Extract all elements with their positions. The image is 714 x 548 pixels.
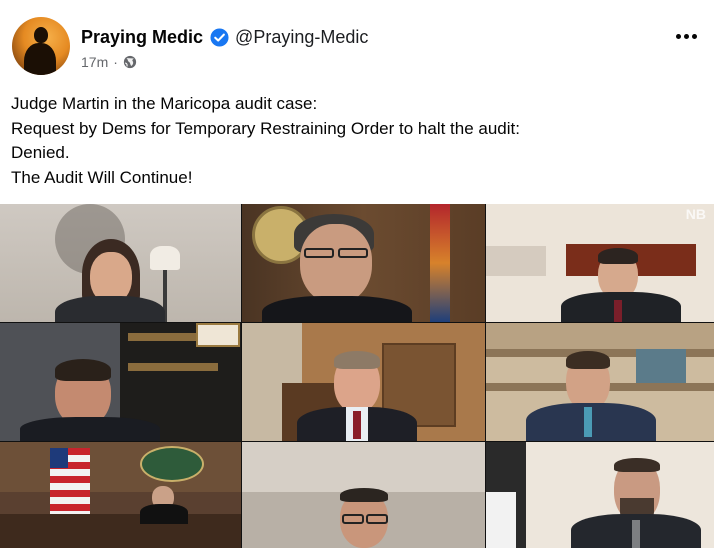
video-tile-man-glasses — [242, 442, 485, 548]
video-tile-man-library — [486, 323, 714, 441]
video-tile-man-beard — [486, 442, 714, 548]
video-tile-woman — [0, 204, 241, 322]
more-dot-icon — [675, 33, 681, 39]
post-body: Judge Martin in the Maricopa audit case:… — [11, 92, 520, 190]
avatar-silhouette-head — [34, 27, 48, 43]
more-options-button[interactable] — [672, 24, 700, 48]
video-conference-image[interactable]: NB — [0, 204, 714, 548]
globe-icon[interactable] — [123, 55, 137, 69]
post-text-line: Judge Martin in the Maricopa audit case: — [11, 94, 318, 113]
post-header: Praying Medic @Praying-Medic 17m · — [0, 0, 714, 84]
video-tile-courtroom — [0, 442, 241, 548]
author-row: Praying Medic @Praying-Medic — [81, 26, 368, 48]
author-name[interactable]: Praying Medic — [81, 27, 203, 48]
post-text-line: Request by Dems for Temporary Restrainin… — [11, 118, 520, 138]
verified-badge-icon — [210, 27, 229, 47]
video-watermark: NB — [685, 206, 706, 222]
meta-separator: · — [113, 54, 118, 70]
video-tile-lawyer-office: NB — [486, 204, 714, 322]
video-tile-judge — [242, 204, 485, 322]
more-dot-icon — [683, 33, 689, 39]
post-text-line: Denied. — [11, 143, 70, 162]
video-tile-man-bookshelf — [0, 323, 241, 441]
post-meta: 17m · — [81, 54, 137, 70]
avatar-silhouette-body — [24, 43, 56, 75]
video-tile-man-office — [242, 323, 485, 441]
post-timestamp[interactable]: 17m — [81, 54, 108, 70]
post-text-line: The Audit Will Continue! — [11, 167, 193, 187]
more-dot-icon — [691, 33, 697, 39]
avatar[interactable] — [12, 17, 70, 75]
author-handle[interactable]: @Praying-Medic — [235, 27, 368, 48]
